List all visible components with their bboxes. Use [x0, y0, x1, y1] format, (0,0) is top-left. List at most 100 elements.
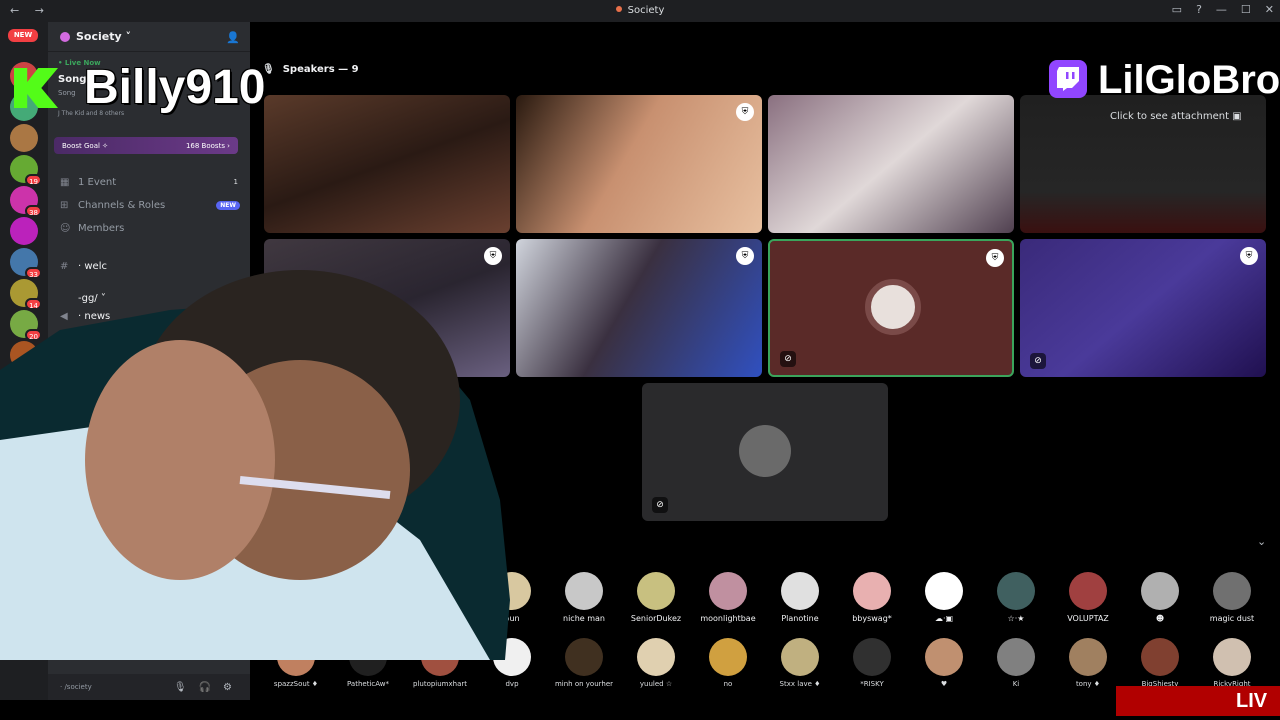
- shield-icon: ⛨: [986, 249, 1004, 267]
- avatar: [565, 572, 603, 610]
- help-icon[interactable]: ?: [1196, 3, 1202, 16]
- avatar: [565, 638, 603, 676]
- audience-member[interactable]: SeniorDukez: [620, 572, 692, 623]
- video-tile[interactable]: ⛨ ⊘: [768, 239, 1014, 377]
- audience-member[interactable]: RickyRight: [1196, 638, 1268, 688]
- audience-name: no: [723, 680, 733, 688]
- avatar: [1069, 572, 1107, 610]
- window-controls: ▭? — ☐ ✕: [1172, 3, 1274, 16]
- speakers-count: Speakers — 9: [282, 64, 359, 75]
- audience-name: plutopiumxhart: [413, 680, 467, 688]
- audience-name: Stxx lave ♦: [779, 680, 821, 688]
- audience-name: bbyswag*: [852, 614, 892, 623]
- audience-member[interactable]: ☻: [1124, 572, 1196, 623]
- minimize-button[interactable]: —: [1216, 3, 1227, 16]
- avatar: [781, 572, 819, 610]
- audience-member[interactable]: *RISKY: [836, 638, 908, 688]
- audience-name: yuuled ☆: [639, 680, 673, 688]
- user-panel: · /society 🎙 🎧 ⚙: [48, 674, 250, 700]
- window-title-text: Society: [627, 5, 665, 16]
- close-button[interactable]: ✕: [1265, 3, 1274, 16]
- avatar: [1213, 638, 1251, 676]
- image-icon: ▣: [1232, 111, 1242, 122]
- boost-count: 168 Boosts ›: [185, 141, 230, 150]
- audience-member[interactable]: tony ♦: [1052, 638, 1124, 688]
- maximize-button[interactable]: ☐: [1241, 3, 1251, 16]
- audience-name: PatheticAw*: [347, 680, 389, 688]
- audience-member[interactable]: Ki: [980, 638, 1052, 688]
- audience-member[interactable]: Stxx lave ♦: [764, 638, 836, 688]
- video-tile[interactable]: [768, 95, 1014, 233]
- shield-icon: ⛨: [736, 103, 754, 121]
- avatar: [709, 572, 747, 610]
- twitch-logo: [1049, 60, 1087, 98]
- invite-icon[interactable]: 👤: [226, 31, 240, 44]
- app-icon: [615, 6, 622, 12]
- boost-goal-label: Boost Goal ✧: [62, 141, 109, 150]
- attachment-label: Click to see attachment: [1110, 111, 1230, 122]
- attachment-link[interactable]: Click to see attachment ▣: [1110, 111, 1242, 122]
- audience-name: ☁·▣: [934, 614, 954, 623]
- server-icon: [60, 31, 70, 42]
- muted-icon: ⊘: [1030, 353, 1046, 369]
- audience-member[interactable]: ☆·★: [980, 572, 1052, 623]
- audience-name: Planotine: [781, 614, 819, 623]
- audience-member[interactable]: Planotine: [764, 572, 836, 623]
- channel-label: Channels & Roles: [78, 199, 166, 211]
- server-icon[interactable]: 38: [10, 186, 42, 217]
- video-tile[interactable]: ⊘: [642, 383, 888, 521]
- audience-name: niche man: [563, 614, 605, 623]
- microphone-icon[interactable]: 🎙: [174, 682, 187, 693]
- avatar: [739, 425, 791, 477]
- shield-icon: ⛨: [736, 247, 754, 265]
- audience-member[interactable]: yuuled ☆: [620, 638, 692, 688]
- audience-member[interactable]: minh on yourher: [548, 638, 620, 688]
- audience-name: ☆·★: [1007, 614, 1025, 623]
- video-tile[interactable]: ⛨: [516, 239, 762, 377]
- avatar: [997, 572, 1035, 610]
- muted-icon: ⊘: [780, 351, 796, 367]
- settings-icon[interactable]: ⚙: [223, 682, 232, 693]
- channel-item[interactable]: ⊞ Channels & Roles NEW: [48, 195, 250, 215]
- avatar: [637, 572, 675, 610]
- audience-name: tony ♦: [1075, 680, 1101, 688]
- shield-icon: ⛨: [1240, 247, 1258, 265]
- streamer-name-left: Billy910: [84, 61, 266, 114]
- mention-badge: 38: [25, 205, 42, 217]
- cast-icon[interactable]: ▭: [1172, 3, 1182, 16]
- audience-member[interactable]: BigShiesty: [1124, 638, 1196, 688]
- video-tile[interactable]: ⛨ ⊘: [1020, 239, 1266, 377]
- avatar: [997, 638, 1035, 676]
- headphones-icon[interactable]: 🎧: [199, 682, 211, 693]
- server-name: Society ˅: [76, 30, 131, 43]
- audience-name: VOLUPTAZ: [1067, 614, 1109, 623]
- audience-name: Ki: [1012, 680, 1020, 688]
- song-subtitle: Song: [58, 89, 76, 97]
- channel-item[interactable]: ▦ 1 Event 1: [48, 172, 250, 192]
- audience-member[interactable]: ♥: [908, 638, 980, 688]
- audience-name: SeniorDukez: [630, 614, 682, 623]
- server-header[interactable]: Society ˅ 👤: [48, 22, 250, 52]
- video-tile[interactable]: [264, 95, 510, 233]
- avatar: [637, 638, 675, 676]
- server-icon[interactable]: 19: [10, 155, 42, 186]
- webcam-overlay: [0, 270, 510, 660]
- chevron-down-icon[interactable]: ⌄: [1257, 535, 1266, 548]
- server-icon[interactable]: [10, 124, 38, 152]
- muted-icon: ⊘: [652, 497, 668, 513]
- video-tile[interactable]: ⛨: [516, 95, 762, 233]
- new-pill: NEW: [216, 200, 240, 210]
- audience-member[interactable]: niche man: [548, 572, 620, 623]
- channel-label: 1 Event: [78, 176, 117, 188]
- audience-member[interactable]: moonlightbae: [692, 572, 764, 623]
- audience-member[interactable]: magic dust: [1196, 572, 1268, 623]
- audience-member[interactable]: bbyswag*: [836, 572, 908, 623]
- channel-item[interactable]: ☺ Members: [48, 218, 250, 238]
- audience-name: ☻: [1155, 614, 1165, 623]
- audience-member[interactable]: ☁·▣: [908, 572, 980, 623]
- boost-goal-bar[interactable]: Boost Goal ✧ 168 Boosts ›: [54, 137, 238, 154]
- audience-member[interactable]: VOLUPTAZ: [1052, 572, 1124, 623]
- avatar: [853, 572, 891, 610]
- audience-member[interactable]: no: [692, 638, 764, 688]
- audience-name: ♥: [940, 680, 948, 688]
